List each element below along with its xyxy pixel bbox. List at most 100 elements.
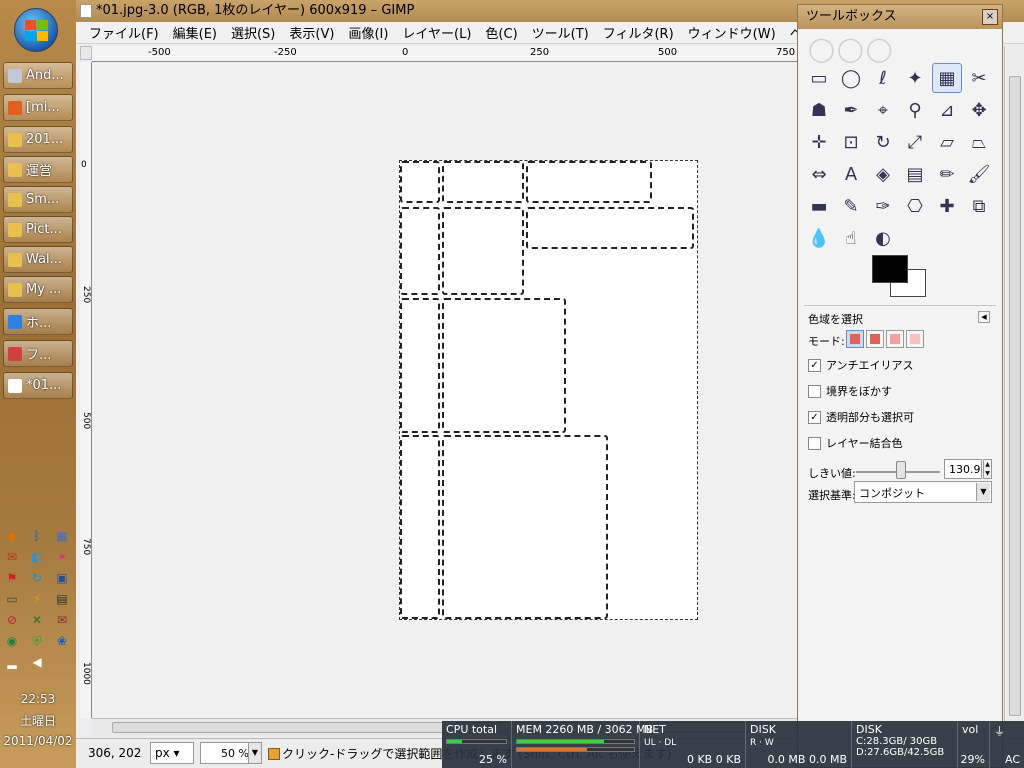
perspective-clone-icon[interactable]: ⧉ bbox=[964, 191, 994, 221]
criterion-dropdown[interactable]: コンポジット bbox=[854, 481, 992, 503]
menu-edit[interactable]: 編集(E) bbox=[166, 23, 224, 42]
threshold-value-input[interactable]: 130.9 bbox=[944, 459, 982, 479]
tray-paw-icon[interactable]: ❀ bbox=[52, 631, 72, 651]
fg-bg-color-swatches[interactable] bbox=[872, 255, 932, 301]
menu-image[interactable]: 画像(I) bbox=[341, 23, 395, 42]
tray-no-icon[interactable]: ⊘ bbox=[2, 610, 22, 630]
blur-icon[interactable]: 💧 bbox=[804, 223, 834, 253]
paths-icon[interactable]: ✒ bbox=[836, 95, 866, 125]
chevron-down-icon[interactable]: ▼ bbox=[976, 483, 990, 501]
heal-icon[interactable]: ✚ bbox=[932, 191, 962, 221]
tray-clipboard-icon[interactable]: ▤ bbox=[52, 589, 72, 609]
speaker-icon[interactable]: ◀ bbox=[27, 652, 47, 672]
menu-tools[interactable]: ツール(T) bbox=[525, 23, 596, 42]
mode-subtract-button[interactable] bbox=[886, 330, 904, 348]
smudge-icon[interactable]: ☝ bbox=[836, 223, 866, 253]
taskbar-button[interactable]: Pict... bbox=[3, 216, 73, 243]
toolbox-titlebar[interactable]: ツールボックス bbox=[798, 5, 1002, 29]
vertical-scrollbar[interactable] bbox=[1004, 46, 1024, 736]
mode-replace-button[interactable] bbox=[846, 330, 864, 348]
rotate-icon[interactable]: ↻ bbox=[868, 127, 898, 157]
tray-app-icon[interactable]: ◆ bbox=[2, 526, 22, 546]
ellipse-select-icon[interactable]: ◯ bbox=[836, 63, 866, 93]
blend-icon[interactable]: ▤ bbox=[900, 159, 930, 189]
navigate-icon[interactable] bbox=[80, 718, 92, 736]
select-by-color-icon[interactable]: ▦ bbox=[932, 63, 962, 93]
fuzzy-select-icon[interactable]: ✦ bbox=[900, 63, 930, 93]
taskbar-button[interactable]: Wal... bbox=[3, 246, 73, 273]
image-layer[interactable] bbox=[399, 160, 698, 620]
dodge-burn-icon[interactable]: ◐ bbox=[868, 223, 898, 253]
paintbrush-icon[interactable]: 🖌 bbox=[964, 159, 994, 189]
tray-flag-icon[interactable]: ⚑ bbox=[2, 568, 22, 588]
flip-icon[interactable]: ⇔ bbox=[804, 159, 834, 189]
close-icon[interactable]: × bbox=[982, 9, 998, 25]
taskbar-button[interactable]: ホ... bbox=[3, 308, 73, 335]
tray-calendar-icon[interactable]: ▦ bbox=[52, 526, 72, 546]
taskbar-button[interactable]: フ... bbox=[3, 340, 73, 367]
taskbar-button[interactable]: *01... bbox=[3, 372, 73, 399]
rect-select-icon[interactable]: ▭ bbox=[804, 63, 834, 93]
image-canvas[interactable] bbox=[92, 62, 800, 718]
foreground-select-icon[interactable]: ☗ bbox=[804, 95, 834, 125]
taskbar-button[interactable]: 運営 bbox=[3, 156, 73, 183]
menu-layer[interactable]: レイヤー(L) bbox=[395, 23, 478, 42]
bucket-fill-icon[interactable]: ◈ bbox=[868, 159, 898, 189]
menu-file[interactable]: ファイル(F) bbox=[82, 23, 166, 42]
signal-icon[interactable]: ▂ bbox=[2, 652, 22, 672]
tray-globe-icon[interactable]: ◉ bbox=[2, 631, 22, 651]
menu-filters[interactable]: フィルタ(R) bbox=[596, 23, 681, 42]
align-icon[interactable]: ✛ bbox=[804, 127, 834, 157]
transparent-option[interactable]: ✓ 透明部分も選択可 bbox=[808, 409, 914, 425]
tray-shield-icon[interactable]: ⛨ bbox=[27, 631, 47, 651]
taskbar-button[interactable]: 201... bbox=[3, 126, 73, 153]
clock-time[interactable]: 22:53 bbox=[0, 692, 76, 706]
bluetooth-icon[interactable]: ᛒ bbox=[27, 526, 47, 546]
move-icon[interactable]: ✥ bbox=[964, 95, 994, 125]
shear-icon[interactable]: ▱ bbox=[932, 127, 962, 157]
mode-intersect-button[interactable] bbox=[906, 330, 924, 348]
perspective-icon[interactable]: ⏢ bbox=[964, 127, 994, 157]
tray-refresh-icon[interactable]: ↻ bbox=[27, 568, 47, 588]
ink-icon[interactable]: ✑ bbox=[868, 191, 898, 221]
mode-add-button[interactable] bbox=[866, 330, 884, 348]
foreground-color-swatch[interactable] bbox=[872, 255, 908, 283]
clone-icon[interactable]: ⎔ bbox=[900, 191, 930, 221]
menu-view[interactable]: 表示(V) bbox=[282, 23, 341, 42]
chevron-down-icon[interactable]: ▼ bbox=[248, 742, 262, 764]
menu-windows[interactable]: ウィンドウ(W) bbox=[681, 23, 783, 42]
tray-mail-icon[interactable]: ✉ bbox=[2, 547, 22, 567]
tray-bolt-icon[interactable]: ⚡ bbox=[27, 589, 47, 609]
taskbar-button[interactable]: [mi... bbox=[3, 94, 73, 121]
volume-meter[interactable]: vol 29% bbox=[958, 721, 990, 768]
tray-monitor-icon[interactable]: ▭ bbox=[2, 589, 22, 609]
horizontal-ruler[interactable]: -500 -250 0 250 500 750 bbox=[92, 46, 800, 62]
tray-tools-icon[interactable]: ✕ bbox=[27, 610, 47, 630]
color-picker-icon[interactable]: ⌖ bbox=[868, 95, 898, 125]
start-button[interactable] bbox=[14, 8, 58, 52]
scissors-icon[interactable]: ✂ bbox=[964, 63, 994, 93]
options-menu-icon[interactable]: ◀ bbox=[978, 311, 990, 323]
eraser-icon[interactable]: ▬ bbox=[804, 191, 834, 221]
zoom-icon[interactable]: ⚲ bbox=[900, 95, 930, 125]
scale-icon[interactable]: ⤢ bbox=[900, 127, 930, 157]
threshold-spinner[interactable]: ▲ ▼ bbox=[983, 459, 992, 479]
threshold-slider-handle[interactable] bbox=[896, 461, 906, 479]
free-select-icon[interactable]: ℓ bbox=[868, 63, 898, 93]
tray-screen-icon[interactable]: ▣ bbox=[52, 568, 72, 588]
ruler-corner-button[interactable] bbox=[80, 46, 92, 60]
pencil-icon[interactable]: ✏ bbox=[932, 159, 962, 189]
feather-option[interactable]: 境界をぼかす bbox=[808, 383, 892, 399]
unit-dropdown[interactable]: px ▾ bbox=[150, 742, 194, 764]
taskbar-button[interactable]: My ... bbox=[3, 276, 73, 303]
sample-merged-checkbox[interactable] bbox=[808, 436, 821, 450]
measure-icon[interactable]: ⊿ bbox=[932, 95, 962, 125]
tray-box-icon[interactable]: ◧ bbox=[27, 547, 47, 567]
crop-icon[interactable]: ⊡ bbox=[836, 127, 866, 157]
airbrush-icon[interactable]: ✎ bbox=[836, 191, 866, 221]
sample-merged-option[interactable]: レイヤー結合色 bbox=[808, 435, 903, 451]
menu-select[interactable]: 選択(S) bbox=[224, 23, 282, 42]
antialias-checkbox[interactable]: ✓ bbox=[808, 358, 821, 372]
taskbar-button[interactable]: Sm... bbox=[3, 186, 73, 213]
text-icon[interactable]: A bbox=[836, 159, 866, 189]
